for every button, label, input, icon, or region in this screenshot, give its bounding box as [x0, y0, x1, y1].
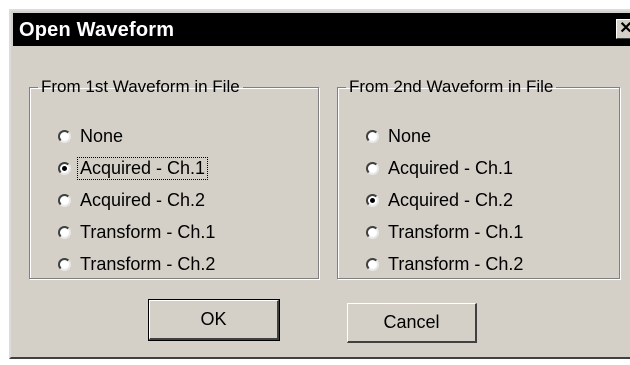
window-title: Open Waveform: [19, 19, 175, 41]
radio-button-icon[interactable]: [58, 193, 71, 207]
first-waveform-legend: From 1st Waveform in File: [41, 77, 240, 96]
radio-button-icon[interactable]: [366, 257, 379, 271]
radio-button-icon[interactable]: [58, 257, 71, 271]
radio-first-none[interactable]: None: [58, 123, 123, 149]
radio-second-acquired-ch2[interactable]: Acquired - Ch.2: [366, 187, 513, 213]
radio-button-icon[interactable]: [366, 225, 379, 239]
radio-button-icon[interactable]: [366, 129, 379, 143]
radio-button-icon[interactable]: [366, 161, 379, 175]
radio-label: Acquired - Ch.1: [76, 156, 209, 180]
open-waveform-dialog: Open Waveform ✕ From 1st Waveform in Fil…: [9, 9, 630, 359]
radio-second-transform-ch2[interactable]: Transform - Ch.2: [366, 251, 523, 277]
radio-first-transform-ch2[interactable]: Transform - Ch.2: [58, 251, 215, 277]
close-button[interactable]: ✕: [616, 19, 630, 39]
first-waveform-group: From 1st Waveform in File None Acquired …: [29, 77, 319, 279]
cancel-button[interactable]: Cancel: [347, 303, 477, 343]
close-icon: ✕: [619, 20, 630, 37]
radio-label: Acquired - Ch.2: [388, 189, 514, 210]
radio-label: Transform - Ch.1: [80, 221, 216, 242]
radio-second-transform-ch1[interactable]: Transform - Ch.1: [366, 219, 523, 245]
radio-first-acquired-ch2[interactable]: Acquired - Ch.2: [58, 187, 205, 213]
radio-label: Transform - Ch.2: [388, 253, 524, 274]
second-waveform-legend: From 2nd Waveform in File: [349, 77, 554, 96]
radio-label: None: [80, 125, 124, 146]
radio-first-acquired-ch1[interactable]: Acquired - Ch.1: [58, 155, 209, 181]
radio-label: Acquired - Ch.1: [388, 157, 514, 178]
radio-label: None: [388, 125, 432, 146]
radio-second-none[interactable]: None: [366, 123, 431, 149]
title-bar[interactable]: Open Waveform ✕: [13, 13, 630, 46]
radio-button-icon[interactable]: [58, 225, 71, 239]
radio-label: Acquired - Ch.2: [80, 189, 206, 210]
ok-button[interactable]: OK: [149, 300, 279, 340]
second-waveform-group: From 2nd Waveform in File None Acquired …: [337, 77, 620, 279]
radio-button-checked-icon[interactable]: [58, 161, 71, 175]
radio-label: Transform - Ch.2: [80, 253, 216, 274]
radio-button-icon[interactable]: [58, 129, 71, 143]
radio-first-transform-ch1[interactable]: Transform - Ch.1: [58, 219, 215, 245]
radio-second-acquired-ch1[interactable]: Acquired - Ch.1: [366, 155, 513, 181]
radio-label: Transform - Ch.1: [388, 221, 524, 242]
radio-button-checked-icon[interactable]: [366, 193, 379, 207]
